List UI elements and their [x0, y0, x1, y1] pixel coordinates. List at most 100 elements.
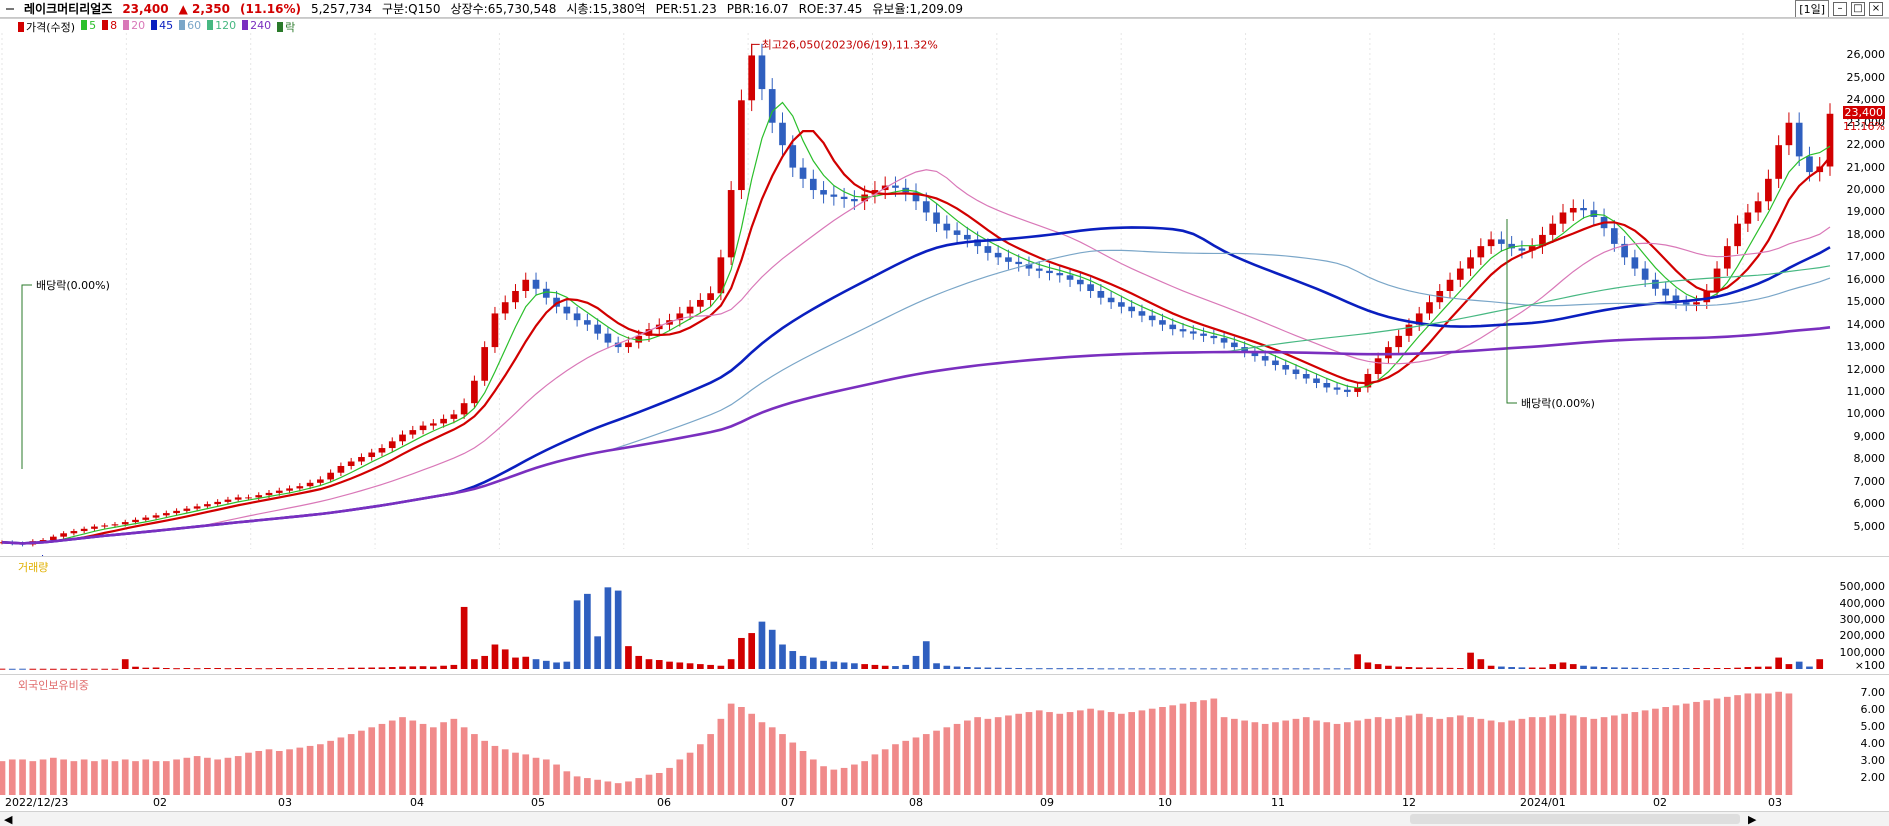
candle-body	[1498, 239, 1505, 244]
candle-body	[70, 531, 78, 534]
candle-body	[142, 517, 150, 520]
candle-body	[1128, 306, 1136, 312]
candle-body	[399, 434, 406, 442]
foreign-bar	[1498, 722, 1505, 795]
price-chart[interactable]: 최고26,050(2023/06/19),11.32%최저4,180(2023/…	[0, 19, 1889, 557]
candle-body	[1333, 387, 1341, 390]
candle-body	[1374, 358, 1382, 375]
dividend-annotation-1: 배당락(0.00%)	[36, 279, 110, 292]
candle-body	[1775, 145, 1782, 179]
scroll-left-icon[interactable]: ◀	[4, 813, 12, 826]
volume-axis-label: ×100	[1854, 659, 1885, 672]
current-pct-tag: 11.16%	[1843, 119, 1885, 133]
price-axis: 26,000 25,000 24,000 23,000 22,000 21,000 20,0…	[1825, 19, 1889, 556]
foreign-bar	[368, 727, 376, 795]
restore-icon[interactable]: □	[1851, 1, 1865, 16]
foreign-bar	[861, 761, 868, 795]
candle-body	[984, 246, 992, 253]
volume-bar	[1621, 667, 1628, 669]
volume-bar	[214, 668, 222, 670]
volume-bar	[768, 629, 776, 669]
volume-bar	[327, 668, 334, 670]
candle-body	[1046, 270, 1053, 274]
foreign-bar	[378, 723, 386, 795]
close-icon[interactable]: ×	[1869, 1, 1883, 16]
candle-body	[1231, 342, 1238, 348]
foreign-bar	[1005, 715, 1012, 795]
foreign-bar	[748, 713, 756, 795]
period-button[interactable]: [1일]	[1795, 0, 1829, 17]
foreign-bar	[121, 759, 129, 795]
foreign-bar	[696, 744, 704, 795]
foreign-bar	[1744, 693, 1752, 795]
volume-bar	[943, 665, 951, 669]
foreign-axis-label: 2.00	[1860, 771, 1886, 785]
volume-bar	[1056, 668, 1064, 670]
volume-bar	[1610, 667, 1618, 669]
volume-bar	[1087, 668, 1094, 670]
candle-body	[994, 252, 1002, 258]
price-axis-label: 26,000	[1846, 48, 1886, 62]
price-panel: 가격(수정) 5 8 20 45 60 120 240 락 최고26,050(2…	[0, 18, 1889, 557]
foreign-bar	[245, 752, 252, 795]
volume-bar	[378, 667, 386, 669]
foreign-bar	[1775, 691, 1782, 795]
foreign-bar	[1035, 710, 1043, 795]
header-checkbox[interactable]	[6, 7, 14, 10]
candle-body	[1569, 207, 1577, 213]
volume-bar	[1765, 666, 1772, 669]
candle-body	[594, 324, 601, 334]
volume-bar	[1498, 666, 1505, 669]
price-change: ▲ 2,350	[178, 1, 231, 16]
volume-bar	[1795, 661, 1803, 669]
foreign-bar	[1364, 718, 1372, 795]
foreign-bar	[193, 756, 201, 795]
volume-bar	[245, 668, 252, 670]
volume-bar	[1754, 666, 1762, 669]
volume-bar	[481, 655, 489, 669]
foreign-bar	[1128, 712, 1136, 795]
candle-body	[1138, 311, 1146, 316]
candle-body	[1292, 369, 1300, 375]
volume-bar	[1046, 668, 1053, 670]
scroll-thumb[interactable]	[1410, 814, 1740, 824]
scrollbar[interactable]: ◀ ▶	[0, 811, 1889, 826]
foreign-bar	[224, 757, 232, 795]
minimize-icon[interactable]: –	[1833, 1, 1847, 16]
volume-bar	[409, 666, 417, 669]
candle-body	[1159, 320, 1166, 325]
price-axis-label: 10,000	[1846, 407, 1886, 421]
candle-body	[738, 100, 745, 191]
foreign-bar	[183, 757, 191, 795]
volume-bar	[419, 666, 427, 669]
volume-bar	[902, 664, 910, 669]
foreign-bar	[553, 764, 560, 795]
stock-name: 레이크머티리얼즈	[24, 2, 113, 16]
foreign-bar	[1200, 700, 1207, 795]
scroll-right-icon[interactable]: ▶	[1748, 813, 1756, 826]
price-axis-label: 20,000	[1846, 183, 1886, 197]
foreign-bar	[1385, 718, 1392, 795]
foreign-chart[interactable]	[0, 675, 1889, 799]
price-change-pct: (11.16%)	[240, 1, 301, 16]
candle-body	[1179, 329, 1187, 332]
foreign-bar	[1621, 713, 1628, 795]
candle-body	[1200, 333, 1207, 336]
candle-body	[1261, 356, 1269, 361]
candle-body	[1518, 248, 1526, 251]
foreign-bar	[19, 759, 26, 795]
chart-header: 레이크머티리얼즈 23,400 ▲ 2,350 (11.16%) 5,257,7…	[0, 0, 1889, 18]
foreign-bar	[1723, 696, 1731, 795]
foreign-bar	[1754, 693, 1762, 795]
volume-bar	[1467, 652, 1474, 669]
foreign-bar	[409, 720, 417, 795]
candle-body	[1313, 378, 1320, 383]
foreign-bar	[1323, 722, 1331, 795]
foreign-bar	[1272, 722, 1279, 795]
foreign-bar	[1210, 698, 1218, 795]
volume-bar	[265, 668, 273, 670]
foreign-bar	[830, 769, 838, 795]
volume-chart[interactable]	[0, 557, 1889, 675]
volume-bar	[635, 655, 643, 669]
foreign-bar	[1025, 712, 1033, 795]
